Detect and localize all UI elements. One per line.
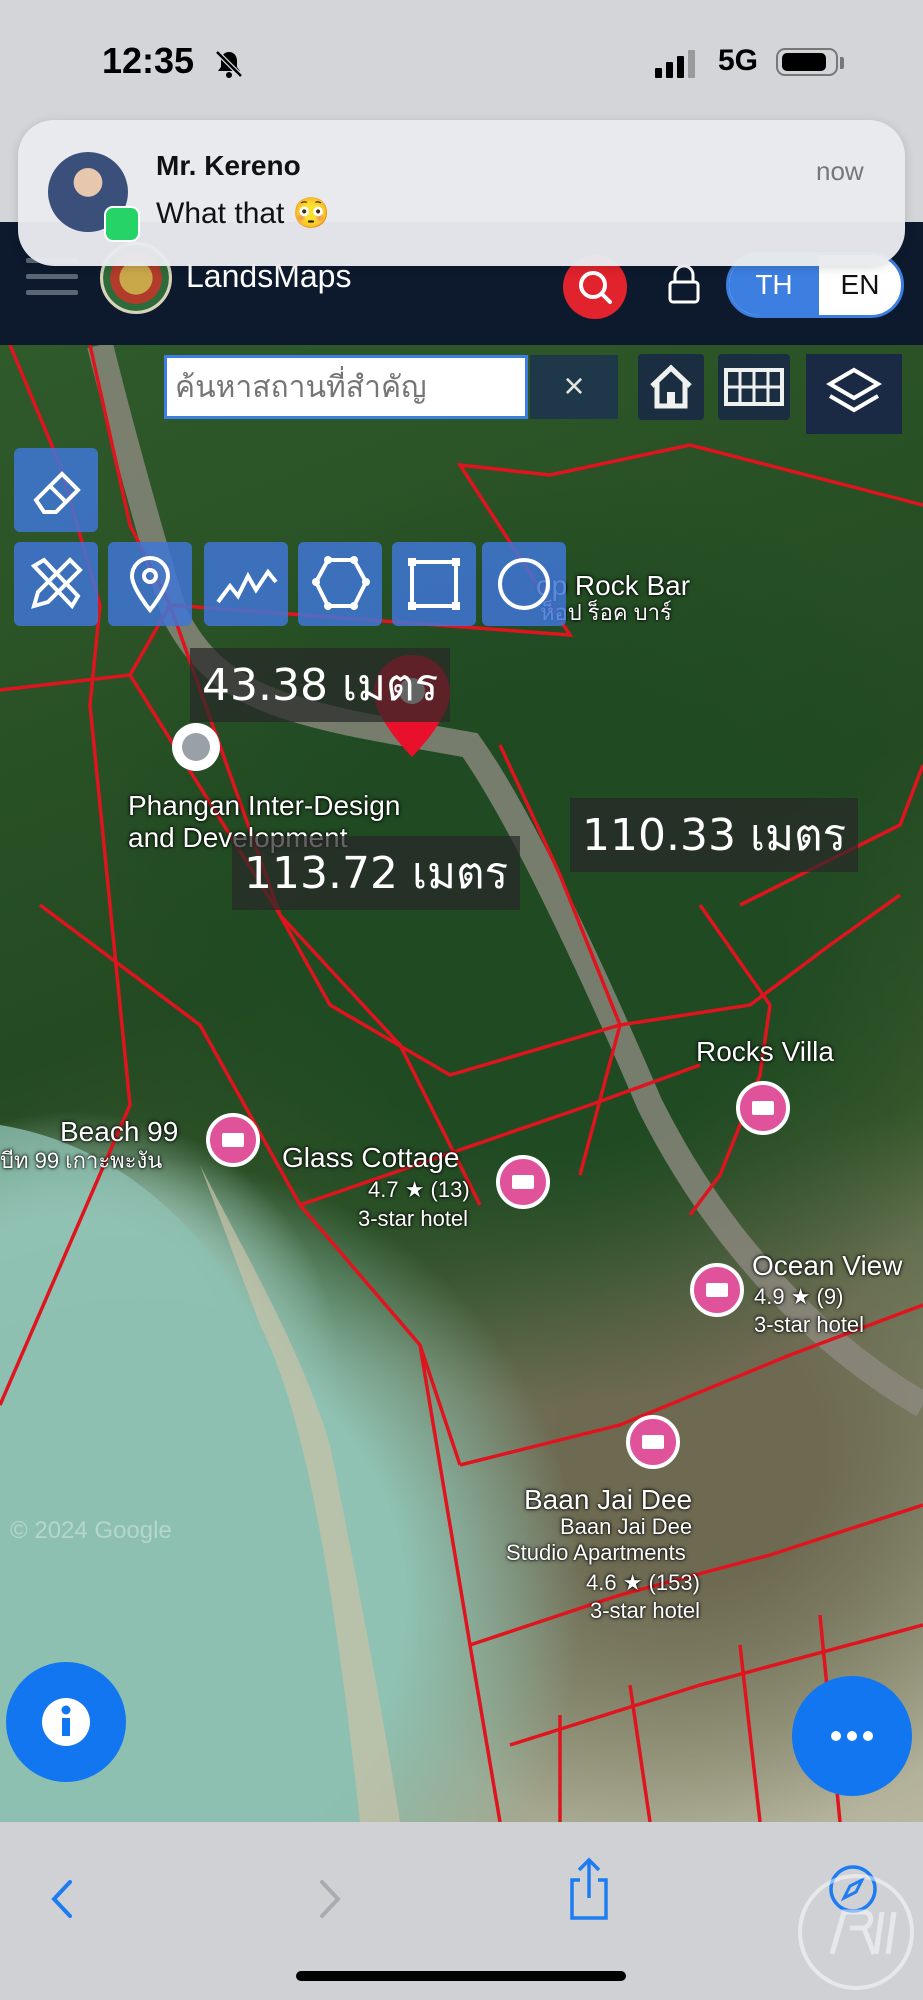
notification-banner[interactable]: Mr. Kereno What that 😳 now [18,120,905,266]
poi-beach-99[interactable]: Beach 99 [60,1117,178,1147]
home-icon [650,364,692,409]
poi-phangan-inter-design[interactable]: Phangan Inter-Design [128,791,400,821]
pin-tool-button[interactable] [108,542,192,626]
layers-button[interactable] [806,354,902,434]
poi-baan-jai-dee-type: 3-star hotel [590,1598,701,1623]
place-search-input[interactable] [164,355,528,419]
info-button[interactable] [6,1662,126,1782]
poi-ocean-view-type: 3-star hotel [754,1312,865,1337]
notification-message: What that 😳 [156,197,331,230]
hotel-pin-rocks-villa[interactable] [736,1081,790,1135]
hotel-pin-glass-cottage[interactable] [496,1155,550,1209]
polyline-tool-button[interactable] [204,542,288,626]
grid-icon [724,368,784,406]
polyline-icon [216,568,278,604]
clear-search-button[interactable]: × [530,355,618,419]
home-indicator [296,1971,626,1981]
poi-glass-cottage-type: 3-star hotel [358,1206,469,1231]
battery-tip [840,57,844,69]
share-icon[interactable] [564,1854,614,1924]
more-button[interactable] [792,1676,912,1796]
signal-icon [655,50,699,78]
notification-sender: Mr. Kereno [156,150,301,181]
more-icon [831,1731,873,1741]
poi-glass-cottage-rating: 4.7 ★ (13) [368,1177,470,1202]
poi-baan-jai-dee-rating: 4.6 ★ (153) [586,1570,700,1595]
battery-icon [776,48,838,76]
map-watermark: © 2024 Google [10,1517,172,1544]
polygon-icon [312,556,370,610]
bell-slash-icon [215,50,243,78]
hotel-pin-ocean-view[interactable] [690,1263,744,1317]
rectangle-icon [408,558,460,610]
eraser-button[interactable] [14,448,98,532]
measurement-label: 43.38 เมตร [190,648,451,722]
poi-rocks-villa[interactable]: Rocks Villa [696,1037,834,1067]
poi-ocean-view[interactable]: Ocean View [752,1251,902,1281]
measurement-label: 110.33 เมตร [570,798,859,872]
poi-ocean-view-rating: 4.9 ★ (9) [754,1284,844,1309]
poi-baan-jai-dee-2: Baan Jai Dee [560,1514,693,1539]
hotel-pin-beach-99[interactable] [206,1113,260,1167]
hotel-pin-baan-jai-dee[interactable] [626,1415,680,1469]
grid-button[interactable] [718,354,790,420]
rectangle-tool-button[interactable] [392,542,476,626]
draw-tool-button[interactable] [14,542,98,626]
location-pin-icon [129,556,171,614]
layers-icon [826,367,882,413]
poi-glass-cottage[interactable]: Glass Cottage [282,1143,459,1173]
whatsapp-icon [104,206,140,242]
network-type: 5G [718,44,759,77]
status-time: 12:35 [102,40,195,81]
poi-beach-99-thai: บีท 99 เกาะพะงัน [0,1148,163,1173]
circle-tool-button[interactable] [482,542,566,626]
info-icon [42,1698,90,1746]
poi-baan-jai-dee-3: Studio Apartments [506,1540,686,1565]
lock-icon[interactable] [664,262,704,306]
circle-icon [498,558,550,610]
watermark-logo [798,1874,914,1990]
back-icon[interactable] [44,1874,80,1924]
home-button[interactable] [638,354,704,420]
pencil-ruler-icon [30,557,83,610]
eraser-icon [33,471,81,514]
forward-icon[interactable] [312,1874,348,1924]
notification-time: now [816,156,864,186]
poi-baan-jai-dee[interactable]: Baan Jai Dee [524,1485,692,1515]
measurement-label: 113.72 เมตร [232,836,521,910]
polygon-tool-button[interactable] [298,542,382,626]
